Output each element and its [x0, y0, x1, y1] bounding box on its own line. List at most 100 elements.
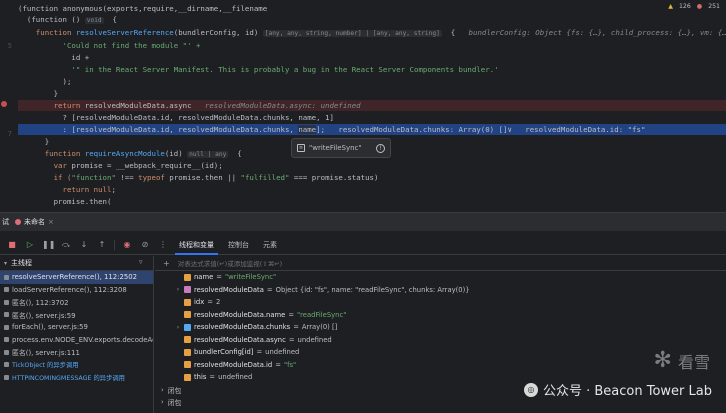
stack-frame[interactable]: 匿名(), 112:3702 — [0, 296, 153, 309]
frame-label: TickObject 的异步调用 — [12, 362, 79, 370]
variable-row[interactable]: resolvedModuleData.id = "fs" — [155, 359, 726, 372]
equals-sign: = — [288, 310, 295, 319]
variable-name: resolvedModuleData.async — [194, 335, 286, 344]
frame-icon — [4, 287, 9, 293]
async-frame[interactable]: TickObject 的异步调用 — [0, 359, 153, 372]
editor-gutter[interactable]: 5 7 — [0, 0, 14, 212]
stack-frame[interactable]: resolveServerReference(), 112:2502 — [0, 271, 153, 284]
frame-icon — [4, 324, 9, 330]
equals-sign: = — [216, 273, 222, 282]
watermark-logo: ✻ 看雪 — [654, 348, 710, 373]
variable-value: Object {id: "fs", name: "readFileSync", … — [275, 285, 470, 294]
wechat-icon: ◎ — [523, 382, 538, 397]
variable-row[interactable]: resolvedModuleData.async = undefined — [155, 334, 726, 347]
pause-icon[interactable]: ❚❚ — [42, 239, 55, 251]
code-keyword: if ( — [18, 173, 72, 182]
view-breakpoints-icon[interactable]: ◉ — [121, 239, 133, 251]
thread-selector[interactable]: ▾ 主线程 ▿ — [0, 256, 153, 271]
chevron-right-icon[interactable]: › — [161, 398, 164, 406]
frame-label: 匿名(), server.js:111 — [12, 349, 80, 358]
watch-input[interactable]: + 对表达式求值(↵)或添加监视(⇧⌘↵) — [155, 256, 726, 271]
code-text: } — [18, 137, 50, 146]
close-icon[interactable]: × — [48, 218, 54, 226]
chevron-right-icon[interactable]: › — [161, 386, 164, 394]
expand-icon[interactable]: › — [175, 286, 181, 293]
variable-name: idx — [194, 298, 205, 307]
code-string: "fulfilled" — [240, 173, 290, 182]
variable-value: undefined — [265, 348, 300, 357]
variable-row[interactable]: idx = 2 — [155, 296, 726, 309]
tab-console[interactable]: 控制台 — [224, 235, 253, 255]
frame-icon — [4, 299, 9, 305]
step-into-icon[interactable]: ↓ — [78, 239, 90, 251]
add-watch-icon[interactable]: + — [163, 259, 170, 268]
stack-frame[interactable]: forEach(), server.js:59 — [0, 321, 153, 334]
toolbar-divider — [114, 239, 115, 250]
type-hint: null | any — [187, 151, 229, 158]
step-out-icon[interactable]: ↑ — [96, 239, 108, 251]
code-text: (bundlerConfig, id) — [173, 28, 263, 37]
more-icon[interactable]: ⋮ — [157, 239, 169, 251]
tooltip-value: "writeFileSync" — [309, 144, 362, 152]
mute-breakpoints-icon[interactable]: ⊘ — [139, 239, 151, 251]
tab-elements[interactable]: 元素 — [259, 235, 281, 255]
frame-icon — [4, 312, 9, 318]
async-frame[interactable]: HTTPINCOMINGMESSAGE 的异步调用 — [0, 371, 153, 384]
equals-sign: = — [256, 348, 263, 357]
frame-label: loadServerReference(), 112:3208 — [12, 285, 127, 294]
stack-frame[interactable]: 匿名(), server.js:111 — [0, 346, 153, 359]
run-config-icon — [15, 219, 21, 225]
variable-row[interactable]: resolvedModuleData.name = "readFileSync" — [155, 309, 726, 322]
variable-icon — [184, 298, 191, 306]
variable-icon — [184, 361, 191, 369]
code-line: (function () void { — [18, 14, 726, 25]
value-tooltip[interactable]: ≡ "writeFileSync" ! — [291, 138, 391, 158]
stack-frame[interactable]: loadServerReference(), 112:3208 — [0, 284, 153, 297]
stack-frame[interactable]: process.env.NODE_ENV.exports.decodeActio — [0, 334, 153, 347]
variable-value: "fs" — [283, 360, 297, 369]
inline-debug-value: resolvedModuleData.async: undefined — [191, 101, 361, 110]
code-line: } — [18, 88, 726, 99]
filter-icon[interactable]: ▿ — [139, 258, 149, 268]
code-text: !== — [115, 173, 139, 182]
code-line: if ("function" !== typeof promise.then |… — [18, 172, 726, 183]
variable-name: resolvedModuleData.id — [194, 360, 273, 369]
code-text: === promise.status) — [289, 173, 379, 182]
inline-debug-value: bundlerConfig: Object {fs: {…}, child_pr… — [468, 28, 726, 37]
code-text: ); — [18, 77, 72, 86]
frame-label: forEach(), server.js:59 — [12, 323, 88, 332]
frame-icon — [4, 349, 9, 355]
code-editor[interactable]: 5 7 ▲ 126 ● 251 (function anonymous(export… — [0, 0, 726, 212]
code-text: ; — [111, 185, 116, 194]
variable-row[interactable]: bundlerConfig[id] = undefined — [155, 346, 726, 359]
frame-label: process.env.NODE_ENV.exports.decodeActio — [12, 335, 153, 344]
code-text: (id) — [164, 149, 188, 158]
code-text: ? [resolvedModuleData.id, resolvedModule… — [18, 113, 334, 122]
code-keyword: return — [18, 185, 94, 194]
code-text: { — [103, 15, 118, 24]
stack-frame[interactable]: 匿名(), server.js:59 — [0, 309, 153, 322]
tab-threads-variables[interactable]: 线程和变量 — [175, 235, 218, 255]
code-text: promise.then || — [164, 173, 241, 182]
variable-row[interactable]: name = "writeFileSync" — [155, 271, 726, 284]
type-hint: [any, any, string, number] | [any, any, … — [262, 30, 442, 37]
code-string: 'Could not find the module "' + — [18, 41, 201, 50]
stop-icon[interactable]: ■ — [6, 239, 18, 251]
variable-row[interactable]: › resolvedModuleData.chunks = Array(0) [] — [155, 321, 726, 334]
line-number: 7 — [7, 130, 12, 138]
frame-label: 匿名(), 112:3702 — [12, 299, 69, 308]
line-number: 5 — [7, 42, 12, 50]
step-over-icon[interactable]: ⤼ — [60, 239, 72, 251]
closure-label: 闭包 — [167, 399, 182, 408]
resume-icon[interactable]: ▷ — [24, 239, 36, 251]
variable-value: "writeFileSync" — [224, 273, 277, 282]
info-icon[interactable]: ! — [376, 143, 385, 153]
expand-icon[interactable]: › — [175, 324, 181, 331]
variable-row[interactable]: › resolvedModuleData = Object {id: "fs", na… — [155, 284, 726, 297]
code-keyword: return — [18, 101, 85, 110]
run-config-tab[interactable]: 未命名 × — [15, 217, 54, 227]
code-line: function resolveServerReference(bundlerC… — [18, 27, 726, 38]
variable-name: name — [194, 273, 214, 282]
code-selected-identifier[interactable]: name — [298, 125, 317, 134]
breakpoint-icon[interactable] — [1, 101, 7, 107]
